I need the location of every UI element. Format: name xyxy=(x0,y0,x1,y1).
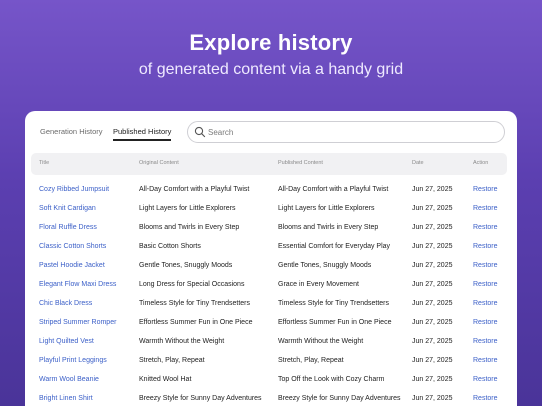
row-original-content: Knitted Wool Hat xyxy=(139,376,192,383)
restore-button[interactable]: Restore xyxy=(473,319,498,326)
table-row: Light Quilted Vest Warmth Without the Wei… xyxy=(31,335,507,354)
row-published-content: Timeless Style for Tiny Trendsetters xyxy=(278,300,389,307)
row-published-content: Effortless Summer Fun in One Piece xyxy=(278,319,392,326)
row-original-content: Timeless Style for Tiny Trendsetters xyxy=(139,300,250,307)
restore-button[interactable]: Restore xyxy=(473,205,498,212)
search-icon xyxy=(194,126,206,138)
row-published-content: Breezy Style for Sunny Day Adventures xyxy=(278,395,401,402)
row-original-content: All-Day Comfort with a Playful Twist xyxy=(139,186,250,193)
table-row: Chic Black Dress Timeless Style for Tiny … xyxy=(31,297,507,316)
row-title-link[interactable]: Elegant Flow Maxi Dress xyxy=(39,281,116,288)
row-original-content: Gentle Tones, Snuggly Moods xyxy=(139,262,233,269)
row-original-content: Long Dress for Special Occasions xyxy=(139,281,245,288)
row-title-link[interactable]: Playful Print Leggings xyxy=(39,357,107,364)
table-row: Warm Wool Beanie Knitted Wool Hat Top Off … xyxy=(31,373,507,392)
column-header-original-content[interactable]: Original Content xyxy=(139,160,179,166)
restore-button[interactable]: Restore xyxy=(473,395,498,402)
table-row: Bright Linen Shirt Breezy Style for Sunny… xyxy=(31,392,507,406)
row-date: Jun 27, 2025 xyxy=(412,338,453,345)
row-date: Jun 27, 2025 xyxy=(412,395,453,402)
row-date: Jun 27, 2025 xyxy=(412,281,453,288)
table-row: Classic Cotton Shorts Basic Cotton Shorts… xyxy=(31,240,507,259)
row-title-link[interactable]: Cozy Ribbed Jumpsuit xyxy=(39,186,109,193)
row-date: Jun 27, 2025 xyxy=(412,376,453,383)
row-published-content: Warmth Without the Weight xyxy=(278,338,364,345)
row-title-link[interactable]: Warm Wool Beanie xyxy=(39,376,99,383)
row-date: Jun 27, 2025 xyxy=(412,243,453,250)
row-date: Jun 27, 2025 xyxy=(412,319,453,326)
table-row: Pastel Hoodie Jacket Gentle Tones, Snuggl… xyxy=(31,259,507,278)
row-published-content: Light Layers for Little Explorers xyxy=(278,205,375,212)
search-box xyxy=(187,121,505,143)
row-published-content: Blooms and Twirls in Every Step xyxy=(278,224,379,231)
row-title-link[interactable]: Classic Cotton Shorts xyxy=(39,243,106,250)
row-title-link[interactable]: Floral Ruffle Dress xyxy=(39,224,97,231)
table-row: Playful Print Leggings Stretch, Play, Rep… xyxy=(31,354,507,373)
table-header: Title Original Content Published Content… xyxy=(31,153,507,175)
table-row: Cozy Ribbed Jumpsuit All-Day Comfort with… xyxy=(31,183,507,202)
history-card: Generation History Published History Tit… xyxy=(25,111,517,406)
hero-title: Explore history xyxy=(189,30,353,55)
restore-button[interactable]: Restore xyxy=(473,186,498,193)
row-original-content: Basic Cotton Shorts xyxy=(139,243,201,250)
row-title-link[interactable]: Chic Black Dress xyxy=(39,300,92,307)
row-original-content: Effortless Summer Fun in One Piece xyxy=(139,319,253,326)
row-date: Jun 27, 2025 xyxy=(412,205,453,212)
row-original-content: Warmth Without the Weight xyxy=(139,338,225,345)
row-date: Jun 27, 2025 xyxy=(412,357,453,364)
row-date: Jun 27, 2025 xyxy=(412,300,453,307)
table-row: Striped Summer Romper Effortless Summer F… xyxy=(31,316,507,335)
search-input[interactable] xyxy=(208,124,498,140)
row-title-link[interactable]: Striped Summer Romper xyxy=(39,319,116,326)
row-published-content: Gentle Tones, Snuggly Moods xyxy=(278,262,372,269)
restore-button[interactable]: Restore xyxy=(473,376,498,383)
hero-subtitle: of generated content via a handy grid xyxy=(138,61,404,78)
row-title-link[interactable]: Bright Linen Shirt xyxy=(39,395,93,402)
restore-button[interactable]: Restore xyxy=(473,262,498,269)
tab-published-history[interactable]: Published History xyxy=(113,127,172,141)
row-title-link[interactable]: Light Quilted Vest xyxy=(39,338,94,345)
row-original-content: Blooms and Twirls in Every Step xyxy=(139,224,240,231)
row-original-content: Stretch, Play, Repeat xyxy=(139,357,205,364)
restore-button[interactable]: Restore xyxy=(473,338,498,345)
column-header-action: Action xyxy=(473,160,489,166)
row-published-content: Essential Comfort for Everyday Play xyxy=(278,243,391,250)
column-header-title[interactable]: Title xyxy=(39,160,49,166)
row-title-link[interactable]: Pastel Hoodie Jacket xyxy=(39,262,105,269)
row-published-content: Stretch, Play, Repeat xyxy=(278,357,344,364)
restore-button[interactable]: Restore xyxy=(473,224,498,231)
table-row: Floral Ruffle Dress Blooms and Twirls in … xyxy=(31,221,507,240)
table-row: Soft Knit Cardigan Light Layers for Littl… xyxy=(31,202,507,221)
row-published-content: Top Off the Look with Cozy Charm xyxy=(278,376,385,383)
row-date: Jun 27, 2025 xyxy=(412,224,453,231)
tab-generation-history[interactable]: Generation History xyxy=(40,127,103,136)
column-header-published-content[interactable]: Published Content xyxy=(278,160,323,166)
row-published-content: All-Day Comfort with a Playful Twist xyxy=(278,186,389,193)
row-title-link[interactable]: Soft Knit Cardigan xyxy=(39,205,96,212)
table-row: Elegant Flow Maxi Dress Long Dress for Sp… xyxy=(31,278,507,297)
restore-button[interactable]: Restore xyxy=(473,243,498,250)
row-original-content: Light Layers for Little Explorers xyxy=(139,205,236,212)
restore-button[interactable]: Restore xyxy=(473,281,498,288)
table-body: Cozy Ribbed Jumpsuit All-Day Comfort with… xyxy=(31,183,507,406)
column-header-date[interactable]: Date xyxy=(412,160,424,166)
restore-button[interactable]: Restore xyxy=(473,300,498,307)
row-date: Jun 27, 2025 xyxy=(412,262,453,269)
restore-button[interactable]: Restore xyxy=(473,357,498,364)
row-date: Jun 27, 2025 xyxy=(412,186,453,193)
row-published-content: Grace in Every Movement xyxy=(278,281,359,288)
row-original-content: Breezy Style for Sunny Day Adventures xyxy=(139,395,262,402)
